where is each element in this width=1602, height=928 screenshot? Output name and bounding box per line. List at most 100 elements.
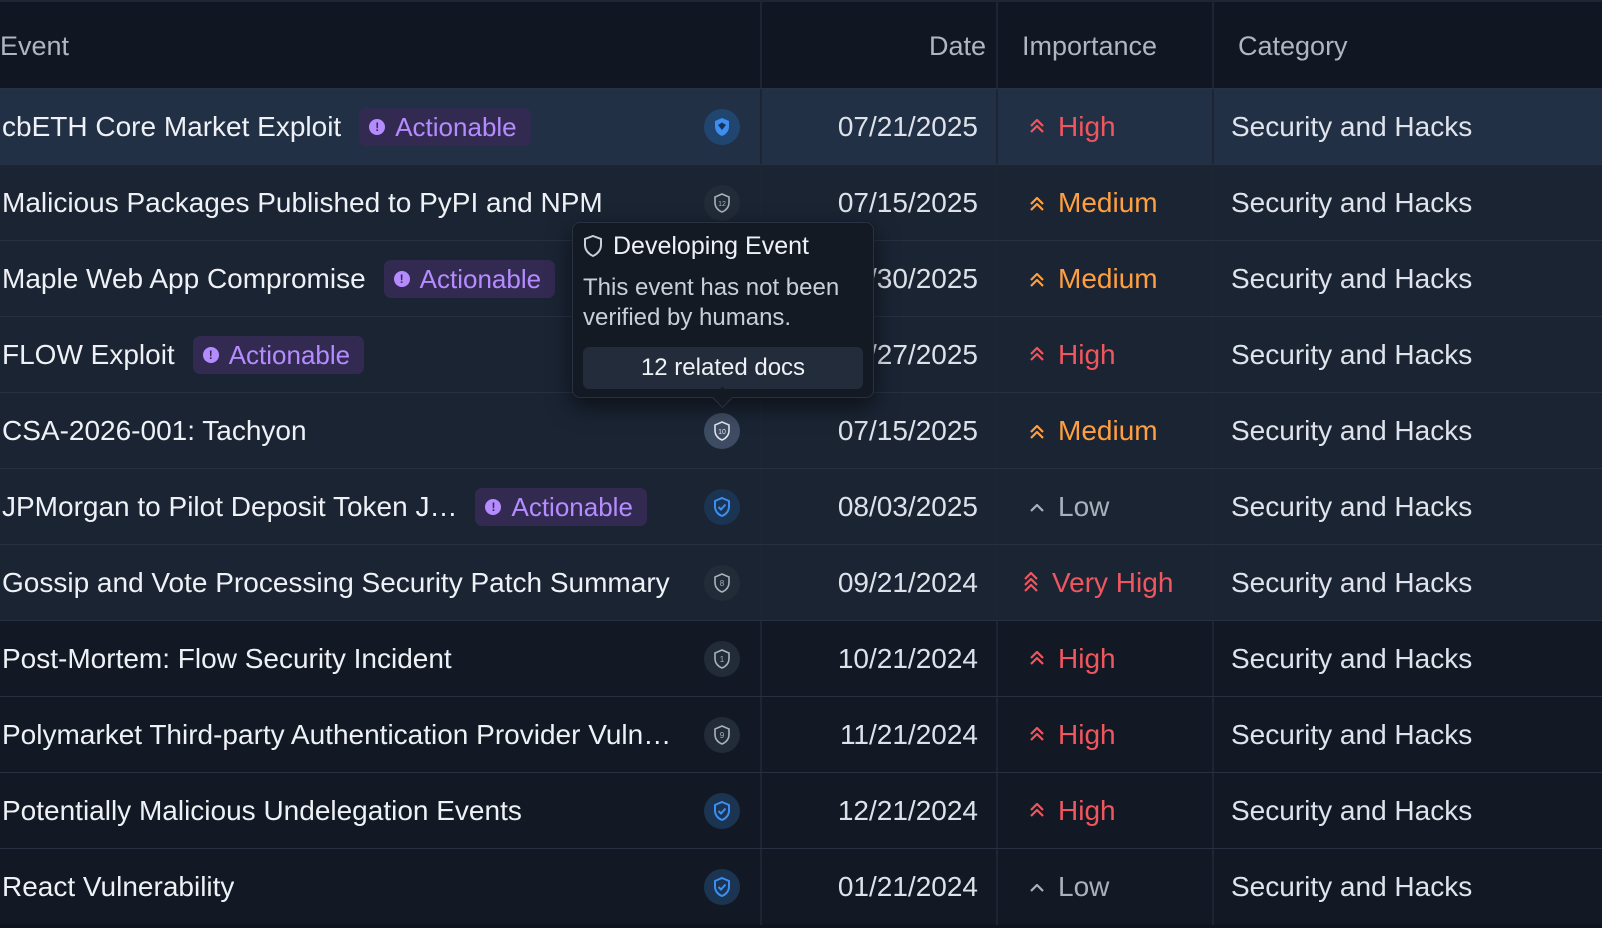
category-cell: Security and Hacks [1212, 317, 1602, 393]
date-cell: 01/21/2024 [760, 849, 996, 925]
importance-high-icon [1030, 346, 1044, 361]
event-cell: Gossip and Vote Processing Security Patc… [0, 545, 760, 621]
table-header: Event Date Importance Category [0, 0, 1602, 90]
importance-label: Very High [1052, 567, 1174, 598]
alert-icon: ! [393, 271, 410, 287]
actionable-label: Actionable [419, 263, 542, 294]
table-row[interactable]: cbETH Core Market Exploit! Actionable 07/2… [0, 88, 1602, 165]
alert-icon: ! [369, 119, 386, 135]
importance-cell: Low [996, 469, 1212, 545]
verification-shield-icon[interactable] [704, 489, 740, 525]
importance-cell: High [996, 317, 1212, 393]
importance-label: High [1058, 111, 1116, 142]
category-cell: Security and Hacks [1212, 89, 1602, 165]
event-title[interactable]: JPMorgan to Pilot Deposit Token J… [2, 491, 457, 523]
event-cell: Polymarket Third-party Authentication Pr… [0, 697, 760, 773]
table-row[interactable]: JPMorgan to Pilot Deposit Token J…! Actio… [0, 468, 1602, 545]
importance-cell: High [996, 697, 1212, 773]
event-title[interactable]: CSA-2026-001: Tachyon [2, 415, 307, 447]
importance-high-icon [1030, 726, 1044, 741]
event-cell: CSA-2026-001: Tachyon [0, 393, 760, 469]
importance-cell: Very High [996, 545, 1212, 621]
date-cell: 09/21/2024 [760, 545, 996, 621]
header-date[interactable]: Date [760, 2, 996, 90]
category-cell: Security and Hacks [1212, 545, 1602, 621]
actionable-badge: ! Actionable [192, 336, 365, 374]
event-title[interactable]: Post-Mortem: Flow Security Incident [2, 643, 452, 675]
importance-high-icon [1030, 650, 1044, 665]
table-row[interactable]: React Vulnerability 01/21/2024 Low Security… [0, 848, 1602, 925]
actionable-label: Actionable [395, 111, 517, 142]
importance-cell: High [996, 773, 1212, 849]
category-cell: Security and Hacks [1212, 697, 1602, 773]
table-row[interactable]: Post-Mortem: Flow Security Incident 1 10/2… [0, 620, 1602, 697]
date-cell: 10/21/2024 [760, 621, 996, 697]
importance-label: Medium [1058, 263, 1158, 294]
importance-label: Low [1058, 871, 1110, 902]
actionable-label: Actionable [511, 491, 633, 522]
importance-cell: Medium [996, 241, 1212, 317]
event-title[interactable]: Potentially Malicious Undelegation Event… [2, 795, 522, 827]
verification-shield-icon[interactable]: 8 [704, 565, 740, 601]
category-cell: Security and Hacks [1212, 165, 1602, 241]
shield-outline-icon [584, 235, 602, 257]
category-cell: Security and Hacks [1212, 621, 1602, 697]
tooltip-body: This event has not been verified by huma… [583, 274, 840, 331]
verification-shield-icon[interactable]: 1 [704, 641, 740, 677]
actionable-badge: ! Actionable [475, 488, 647, 526]
event-cell: React Vulnerability [0, 849, 760, 925]
shield-count: 9 [720, 731, 725, 740]
header-importance[interactable]: Importance [996, 2, 1212, 90]
date-cell: 07/15/2025 [760, 393, 996, 469]
importance-high-icon [1030, 802, 1044, 817]
date-cell: 08/03/2025 [760, 469, 996, 545]
importance-medium-icon [1030, 196, 1044, 211]
verification-shield-icon[interactable] [704, 793, 740, 829]
importance-label: High [1058, 339, 1116, 370]
related-docs-button[interactable]: 12 related docs [583, 347, 863, 389]
date-cell: 07/21/2025 [760, 89, 996, 165]
event-title[interactable]: React Vulnerability [2, 871, 234, 903]
verification-shield-icon[interactable]: 9 [704, 717, 740, 753]
table-row[interactable]: Polymarket Third-party Authentication Pr… [0, 696, 1602, 773]
table-row[interactable]: CSA-2026-001: Tachyon 10 07/15/2025 Medium S… [0, 392, 1602, 469]
header-event[interactable]: Event [0, 2, 760, 90]
importance-high-icon [1030, 118, 1044, 133]
category-cell: Security and Hacks [1212, 773, 1602, 849]
shield-count: 1 [720, 655, 725, 664]
importance-label: High [1058, 795, 1116, 826]
importance-cell: Low [996, 849, 1212, 925]
table-row[interactable]: Gossip and Vote Processing Security Patc… [0, 544, 1602, 621]
event-title[interactable]: Polymarket Third-party Authentication Pr… [2, 719, 671, 751]
event-title[interactable]: Malicious Packages Published to PyPI and… [2, 187, 603, 219]
importance-label: High [1058, 643, 1116, 674]
event-cell: JPMorgan to Pilot Deposit Token J…! Actio… [0, 469, 760, 545]
verification-shield-icon[interactable] [704, 109, 740, 145]
importance-label: Medium [1058, 187, 1158, 218]
actionable-badge: ! Actionable [383, 260, 556, 298]
category-cell: Security and Hacks [1212, 469, 1602, 545]
category-cell: Security and Hacks [1212, 849, 1602, 925]
verification-shield-icon[interactable] [704, 869, 740, 905]
tooltip-title: Developing Event [613, 231, 809, 260]
importance-cell: Medium [996, 165, 1212, 241]
category-cell: Security and Hacks [1212, 393, 1602, 469]
table-row[interactable]: Potentially Malicious Undelegation Event… [0, 772, 1602, 849]
importance-medium-icon [1030, 272, 1044, 287]
importance-cell: High [996, 621, 1212, 697]
event-title[interactable]: Maple Web App Compromise [2, 263, 366, 295]
alert-icon: ! [485, 499, 502, 515]
date-cell: 11/21/2024 [760, 697, 996, 773]
event-title[interactable]: cbETH Core Market Exploit [2, 111, 341, 143]
importance-very-high-icon [1024, 571, 1038, 592]
importance-low-icon [1030, 503, 1044, 512]
event-title[interactable]: Gossip and Vote Processing Security Patc… [2, 567, 670, 599]
alert-icon: ! [202, 347, 219, 363]
verification-shield-icon[interactable]: 10 [704, 413, 740, 449]
header-category[interactable]: Category [1212, 2, 1602, 90]
importance-low-icon [1030, 883, 1044, 892]
importance-label: High [1058, 719, 1116, 750]
verification-shield-icon[interactable]: 12 [704, 185, 740, 221]
event-cell: Potentially Malicious Undelegation Event… [0, 773, 760, 849]
event-title[interactable]: FLOW Exploit [2, 339, 175, 371]
